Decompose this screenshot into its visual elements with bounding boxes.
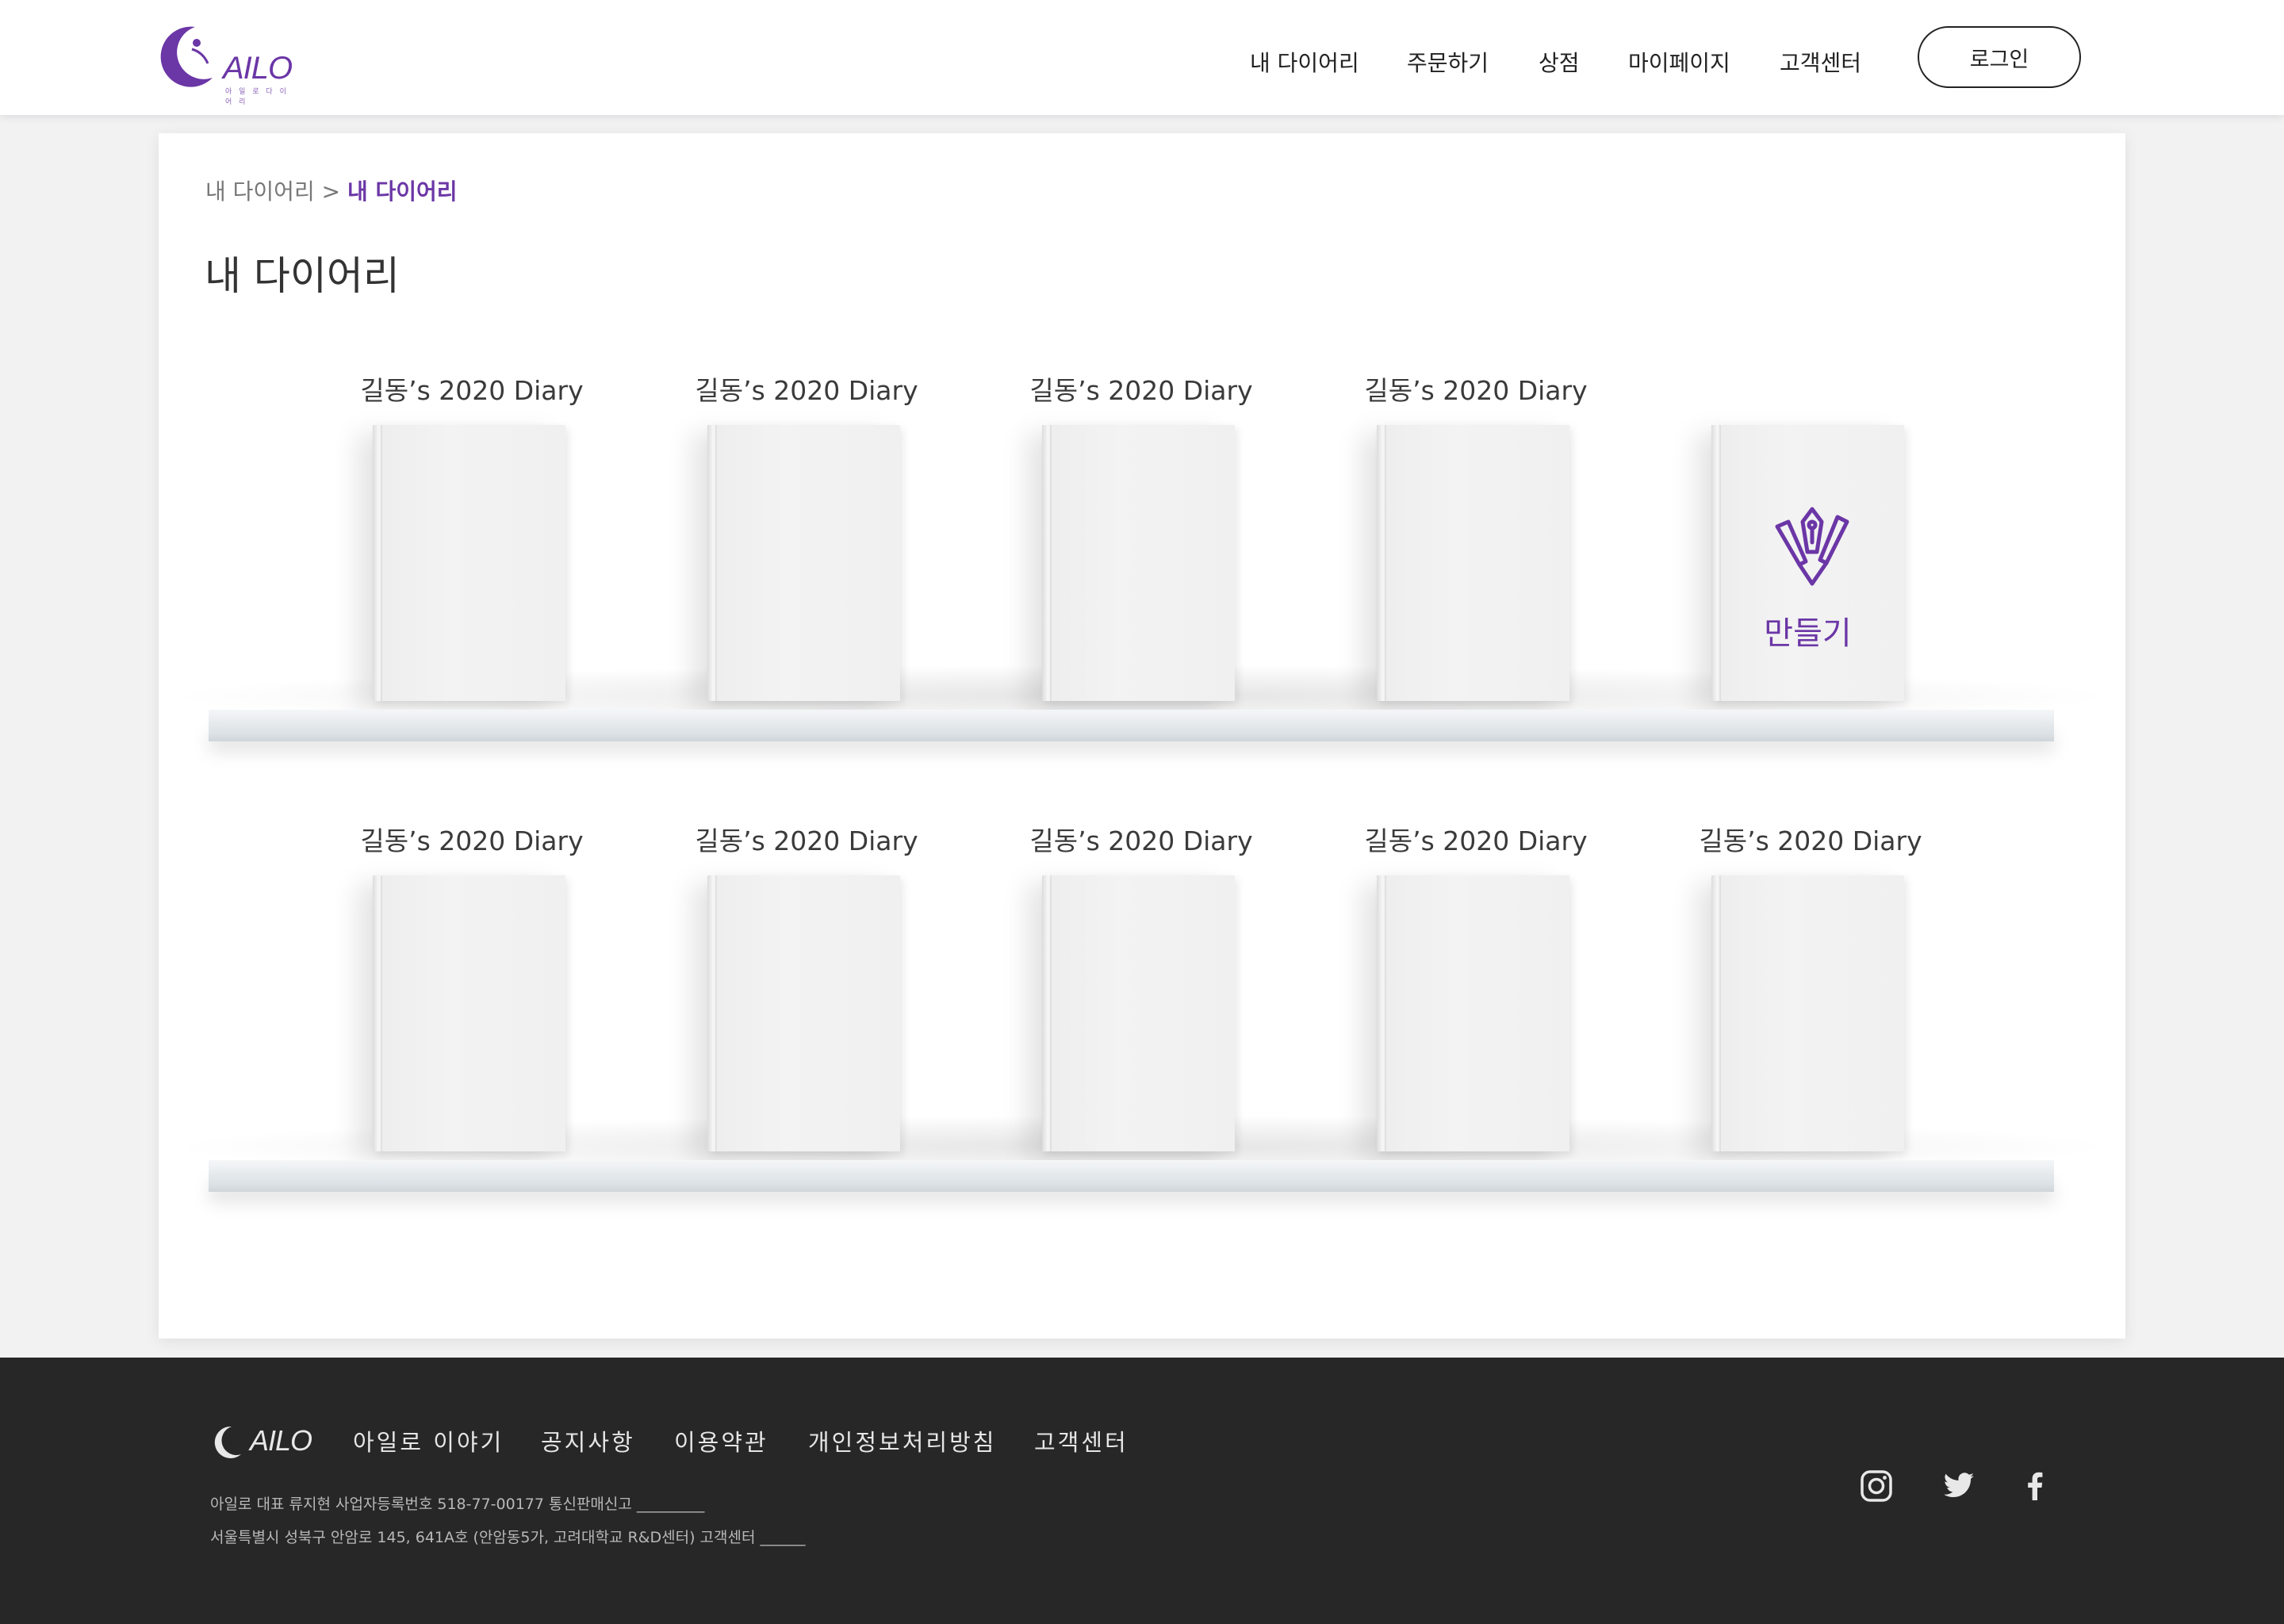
site-footer: AILO 아일로 이야기 공지사항 이용약관 개인정보처리방침 고객센터 아일로… xyxy=(0,1358,2284,1624)
diary-cover[interactable] xyxy=(707,425,900,701)
instagram-icon[interactable] xyxy=(1859,1469,1894,1503)
nav-order[interactable]: 주문하기 xyxy=(1407,46,1489,78)
pen-brush-icon xyxy=(1775,507,1849,586)
footer-link-story[interactable]: 아일로 이야기 xyxy=(353,1424,504,1457)
logo-moon-icon xyxy=(214,1426,241,1458)
breadcrumb-current: 내 다이어리 xyxy=(347,178,458,205)
footer-logo-text: AILO xyxy=(250,1424,312,1457)
diary-cover[interactable] xyxy=(1042,425,1235,701)
diary-shelf-card: 내 다이어리 > 내 다이어리 내 다이어리 길동’s 2020 Diary 길… xyxy=(159,133,2125,1339)
footer-logo[interactable]: AILO xyxy=(210,1418,313,1465)
diary-title: 길동’s 2020 Diary xyxy=(1364,375,1588,406)
twitter-icon[interactable] xyxy=(1941,1469,1976,1503)
page-title: 내 다이어리 xyxy=(205,253,400,299)
diary-title: 길동’s 2020 Diary xyxy=(695,825,918,856)
login-button[interactable]: 로그인 xyxy=(1918,26,2081,88)
breadcrumb-parent[interactable]: 내 다이어리 > xyxy=(205,178,340,205)
diary-cover[interactable] xyxy=(1042,875,1235,1151)
diary-cover[interactable] xyxy=(373,425,565,701)
diary-title: 길동’s 2020 Diary xyxy=(695,375,918,406)
create-diary-cover[interactable]: 만들기 xyxy=(1711,425,1904,701)
breadcrumb: 내 다이어리 > 내 다이어리 xyxy=(205,174,458,206)
diary-title: 길동’s 2020 Diary xyxy=(360,825,584,856)
diary-title: 길동’s 2020 Diary xyxy=(1029,375,1253,406)
diary-cover[interactable] xyxy=(707,875,900,1151)
company-address-line: 서울특별시 성북구 안암로 145, 641A호 (안암동5가, 고려대학교 R… xyxy=(210,1529,806,1546)
footer-link-customer-center[interactable]: 고객센터 xyxy=(1034,1424,1129,1457)
footer-link-privacy[interactable]: 개인정보처리방침 xyxy=(808,1424,996,1457)
diary-cover[interactable] xyxy=(1377,875,1569,1151)
site-header: AILO 아 일 로 다 이 어 리 내 다이어리 주문하기 상점 마이페이지 … xyxy=(0,0,2284,115)
company-info-line: 아일로 대표 류지현 사업자등록번호 518-77-00177 통신판매신고 _… xyxy=(210,1496,705,1513)
diary-cover[interactable] xyxy=(1711,875,1904,1151)
create-label: 만들기 xyxy=(1764,615,1852,652)
diary-cover[interactable] xyxy=(1377,425,1569,701)
diary-cover[interactable] xyxy=(373,875,565,1151)
facebook-icon[interactable] xyxy=(2018,1469,2052,1503)
diary-title: 길동’s 2020 Diary xyxy=(1699,825,1922,856)
nav-my-diary[interactable]: 내 다이어리 xyxy=(1250,46,1359,78)
footer-link-terms[interactable]: 이용약관 xyxy=(674,1424,768,1457)
nav-customer-center[interactable]: 고객센터 xyxy=(1780,46,1861,78)
shelf-board xyxy=(209,721,2054,741)
shelf-board xyxy=(209,1171,2054,1192)
diary-title: 길동’s 2020 Diary xyxy=(360,375,584,406)
nav-mypage[interactable]: 마이페이지 xyxy=(1628,46,1730,78)
diary-title: 길동’s 2020 Diary xyxy=(1364,825,1588,856)
diary-title: 길동’s 2020 Diary xyxy=(1029,825,1253,856)
nav-store[interactable]: 상점 xyxy=(1539,46,1580,78)
footer-link-notice[interactable]: 공지사항 xyxy=(541,1424,635,1457)
logo-subtext: 아 일 로 다 이 어 리 xyxy=(225,88,289,106)
